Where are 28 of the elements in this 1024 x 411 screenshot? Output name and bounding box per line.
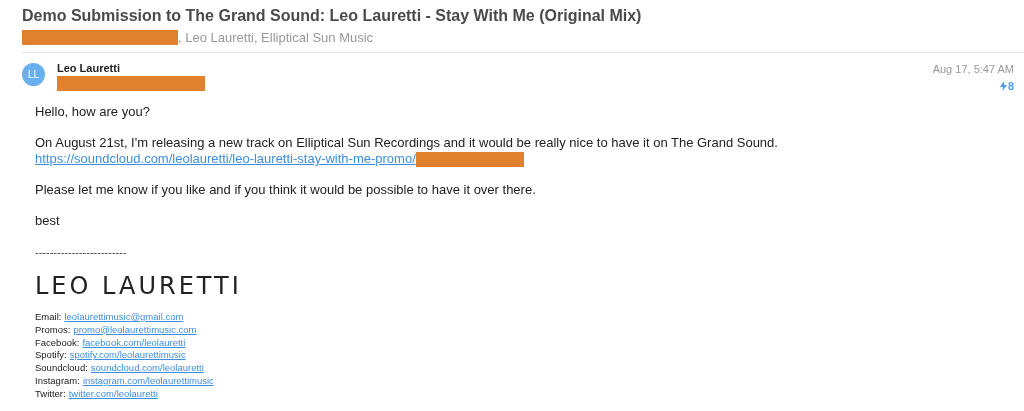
signature-label: Twitter: bbox=[35, 387, 66, 401]
signature-link[interactable]: facebook.com/leolauretti bbox=[82, 336, 186, 350]
signature-label: Facebook: bbox=[35, 336, 80, 350]
signature-label: Promos: bbox=[35, 323, 71, 337]
sender-name: Leo Lauretti bbox=[57, 62, 120, 75]
signature-label: Soundcloud: bbox=[35, 362, 88, 375]
email-subject: Demo Submission to The Grand Sound: Leo Lauretti - Stay With Me (Original Mix) bbox=[22, 6, 642, 26]
signature-link[interactable]: twitter.com/leolauretti bbox=[68, 387, 158, 401]
signature-logo: LEO LAURETTI bbox=[35, 273, 242, 299]
signature-link[interactable]: spotify.com/leolaurettimusic bbox=[69, 349, 186, 363]
lightning-icon bbox=[999, 81, 1007, 91]
body-paragraph: best bbox=[35, 213, 61, 229]
message-date: Aug 17, 5:47 AM bbox=[932, 62, 1014, 76]
signature-link[interactable]: promo@leolaurettimusic.com bbox=[73, 323, 197, 337]
signature-label: Email: bbox=[35, 311, 62, 324]
recipient-list: , Leo Lauretti, Elliptical Sun Music bbox=[178, 29, 374, 45]
avatar: LL bbox=[22, 63, 45, 86]
body-link[interactable]: https://soundcloud.com/leolauretti/leo-lauretti-stay-with-me-promo/ bbox=[35, 151, 416, 167]
thread-count-badge[interactable]: 8 bbox=[999, 80, 1014, 92]
body-paragraph: On August 21st, I'm releasing a new track on Elliptical Sun Recordings and it would be really nice to have it on The Grand Sound. bbox=[35, 135, 779, 151]
signature-label: Instagram: bbox=[35, 375, 80, 388]
signature-link[interactable]: soundcloud.com/leolauretti bbox=[90, 362, 204, 375]
signature-link[interactable]: instagram.com/leolaurettimusic bbox=[82, 375, 214, 388]
signature-link[interactable]: leolaurettimusic@gmail.com bbox=[64, 311, 184, 324]
body-paragraph: Please let me know if you like and if you think it would be possible to have it over there. bbox=[35, 182, 537, 198]
body-paragraph: Hello, how are you? bbox=[35, 104, 151, 120]
signature-separator: ------------------------- bbox=[35, 246, 127, 258]
signature-label: Spotify: bbox=[35, 349, 67, 363]
